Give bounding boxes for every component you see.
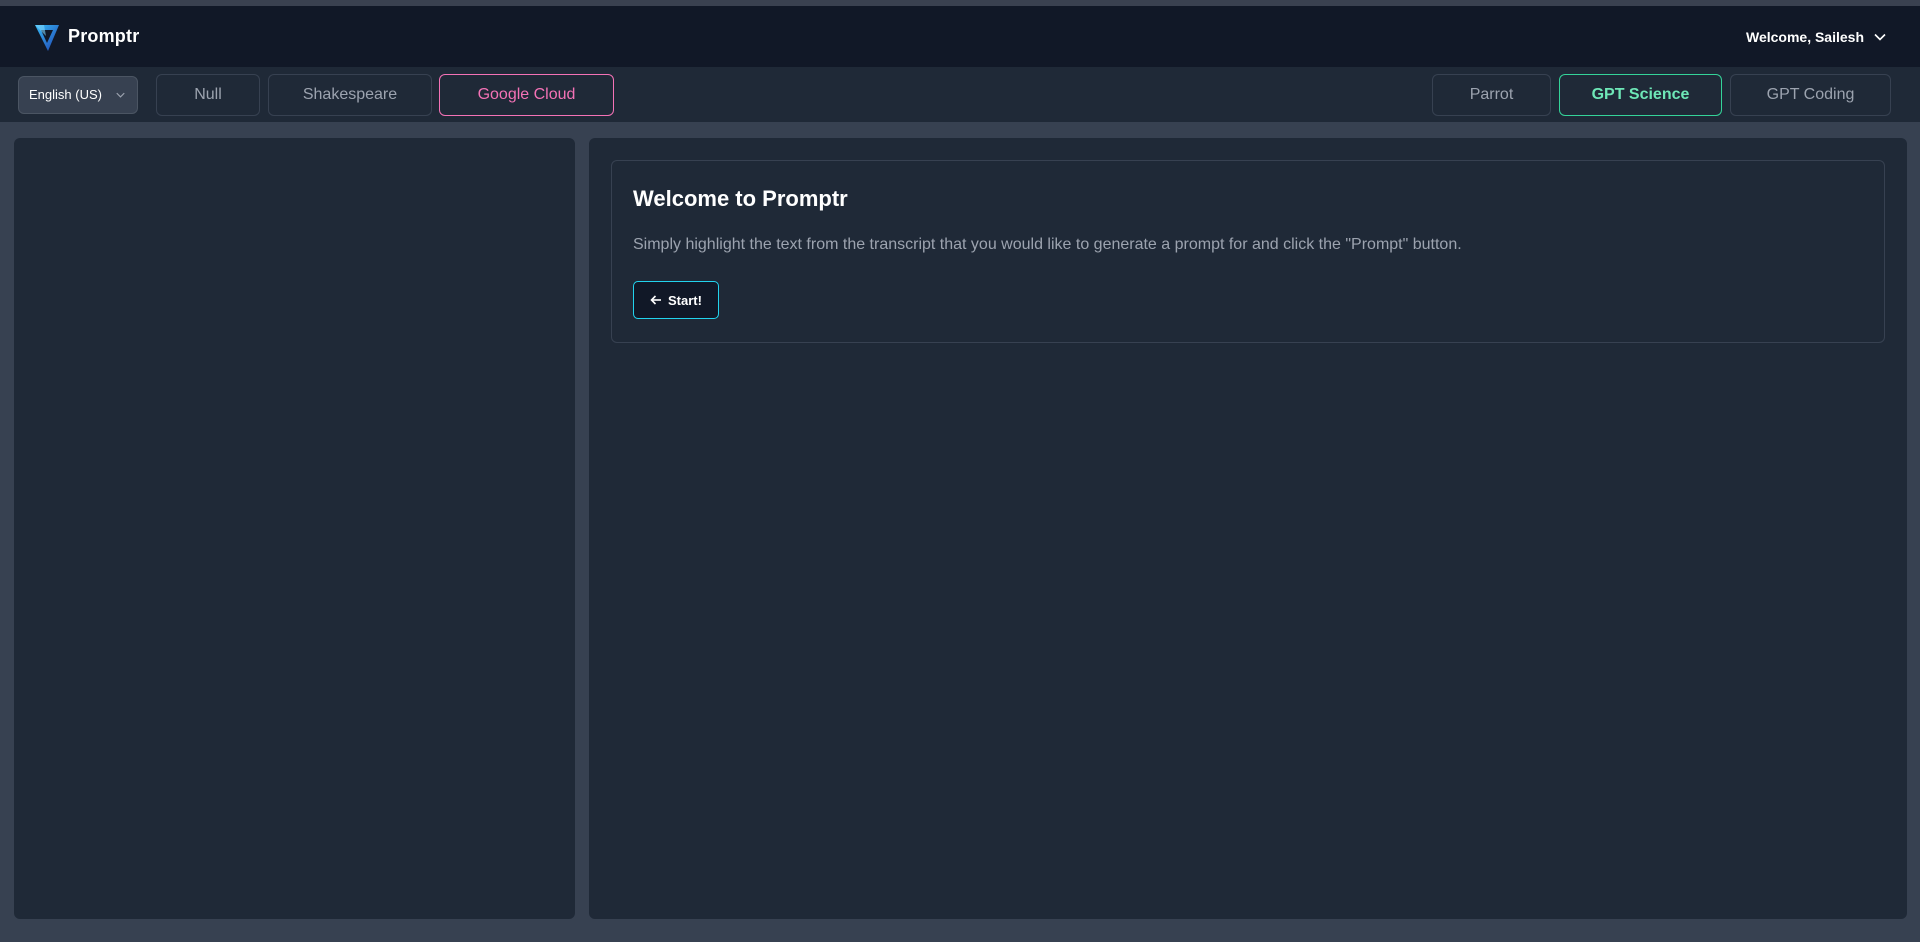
start-button-label: Start! [668, 292, 702, 308]
toolbar-right-group: Parrot GPT Science GPT Coding [1432, 73, 1891, 116]
mode-button-google-cloud[interactable]: Google Cloud [439, 73, 614, 116]
start-button[interactable]: Start! [633, 281, 719, 319]
transcript-panel[interactable] [14, 138, 575, 919]
welcome-label: Welcome, Sailesh [1745, 28, 1864, 45]
mode-button-parrot[interactable]: Parrot [1432, 73, 1551, 116]
welcome-title: Welcome to Promptr [633, 186, 848, 211]
chevron-down-icon [116, 92, 125, 98]
welcome-instructions: Simply highlight the text from the trans… [633, 236, 1462, 253]
mode-toolbar: English (US) Null Shakespeare Google Clo… [0, 67, 1920, 122]
chevron-down-icon [1874, 33, 1886, 41]
user-menu[interactable]: Welcome, Sailesh [1746, 29, 1886, 45]
promptr-logo-icon [35, 24, 59, 51]
mode-button-shakespeare[interactable]: Shakespeare [268, 73, 432, 116]
prompt-panel: Welcome to Promptr Simply highlight the … [589, 138, 1907, 919]
language-selected-value: English (US) [29, 87, 102, 102]
mode-button-gpt-coding[interactable]: GPT Coding [1730, 73, 1891, 116]
language-select[interactable]: English (US) [18, 75, 138, 114]
brand[interactable]: Promptr [34, 22, 139, 52]
welcome-card: Welcome to Promptr Simply highlight the … [611, 160, 1885, 343]
toolbar-left-group: English (US) Null Shakespeare Google Clo… [18, 73, 614, 116]
mode-button-gpt-science[interactable]: GPT Science [1559, 73, 1722, 116]
app-name: Promptr [68, 26, 140, 46]
top-navbar: Promptr Welcome, Sailesh [0, 6, 1920, 67]
mode-button-null[interactable]: Null [156, 73, 260, 116]
arrow-left-icon [650, 295, 661, 305]
